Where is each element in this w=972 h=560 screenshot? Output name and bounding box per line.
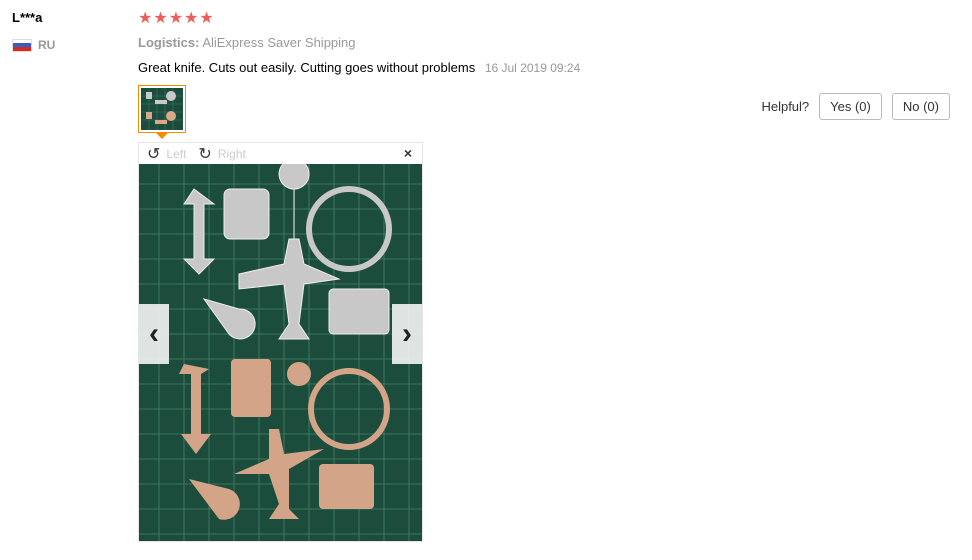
logistics-value: AliExpress Saver Shipping [202,35,356,50]
helpful-no-button[interactable]: No (0) [891,93,950,120]
rotate-left-icon[interactable]: ↺ [147,144,160,164]
logistics-label: Logistics: [138,35,200,50]
helpful-yes-button[interactable]: Yes (0) [819,93,882,120]
image-viewer: ↺ Left ↻ Right × ‹ › [138,142,423,542]
review-photo: ‹ › [139,164,422,541]
country-code: RU [38,38,56,52]
star-rating: ★ ★ ★ ★ ★ [138,10,214,28]
star-icon: ★ [199,10,214,27]
review-date: 16 Jul 2019 09:24 [484,61,581,75]
thumbnail-pointer [156,133,168,139]
review-body: Great knife. Cuts out easily. Cutting go… [138,60,476,75]
star-icon: ★ [168,10,184,27]
star-icon: ★ [184,10,199,27]
helpful-label: Helpful? [761,99,810,114]
russia-flag-icon [12,38,32,52]
helpful-section: Helpful? Yes (0) No (0) [761,93,950,120]
photo-thumbnail[interactable] [138,85,186,133]
next-image-button[interactable]: › [392,304,422,364]
star-icon: ★ [138,10,153,27]
star-icon: ★ [153,10,168,27]
rotate-left-label[interactable]: Left [166,147,186,161]
rotate-right-icon[interactable]: ↻ [198,144,211,164]
rotate-right-label[interactable]: Right [218,147,246,161]
close-icon[interactable]: × [404,145,412,161]
reviewer-country: RU [12,38,55,52]
review-text: Great knife. Cuts out easily. Cutting go… [138,60,580,75]
prev-image-button[interactable]: ‹ [139,304,169,364]
reviewer-name: L***a [12,10,43,25]
logistics-info: Logistics: AliExpress Saver Shipping [138,35,356,50]
viewer-toolbar: ↺ Left ↻ Right × [139,143,422,164]
